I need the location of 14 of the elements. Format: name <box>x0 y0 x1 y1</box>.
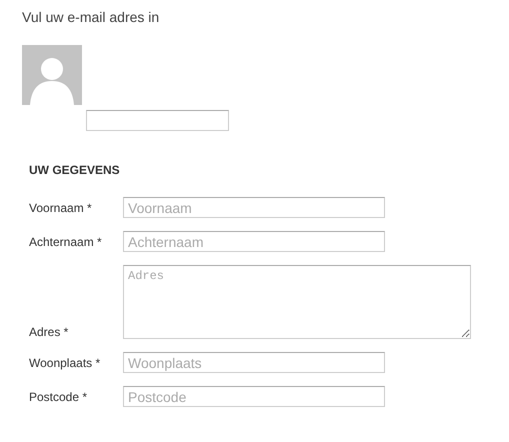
field-label: Achternaam * <box>29 234 103 248</box>
field-label: Voornaam * <box>29 200 93 214</box>
avatar-icon <box>22 45 82 105</box>
section-title: UW GEGEVENS <box>29 162 121 178</box>
input-field[interactable]: Woonplaats <box>123 352 385 373</box>
field-label: Woonplaats * <box>29 356 102 370</box>
field-label: Adres * <box>29 325 70 339</box>
input-field[interactable]: Voornaam <box>123 197 385 218</box>
email-prompt: Vul uw e-mail adres in <box>22 8 160 27</box>
field-label: Postcode * <box>29 390 88 404</box>
input-field[interactable]: Achternaam <box>123 231 385 252</box>
email-field[interactable] <box>86 110 229 131</box>
input-field[interactable]: Postcode <box>123 386 385 407</box>
address-field[interactable]: Adres <box>123 265 471 339</box>
